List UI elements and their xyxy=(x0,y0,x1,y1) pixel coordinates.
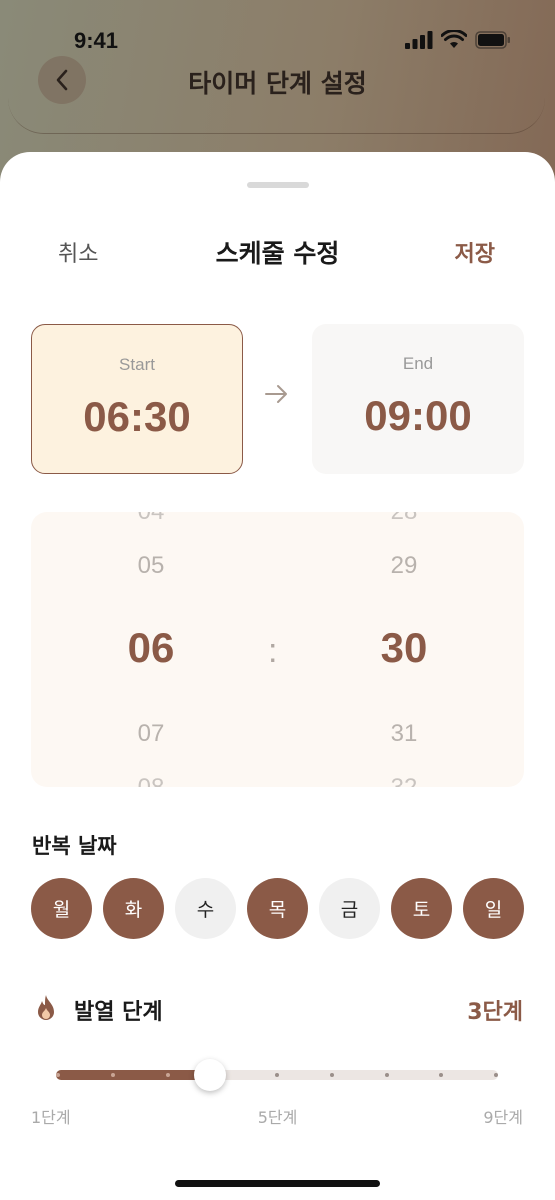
end-time-card[interactable]: End 09:00 xyxy=(312,324,524,474)
start-time-card[interactable]: Start 06:30 xyxy=(31,324,243,474)
day-toggle-tue[interactable]: 화 xyxy=(103,878,164,939)
day-toggle-sun[interactable]: 일 xyxy=(463,878,524,939)
minute-option[interactable]: 28 xyxy=(324,512,484,526)
heat-level-title: 발열 단계 xyxy=(74,1000,163,1025)
slider-tick xyxy=(439,1073,444,1077)
arrow-right-icon xyxy=(265,385,287,403)
day-toggle-mon[interactable]: 월 xyxy=(31,878,92,939)
hour-selected[interactable]: 06 xyxy=(71,624,231,672)
slider-tick xyxy=(275,1073,279,1077)
slider-tick xyxy=(56,1073,60,1077)
day-toggle-thu[interactable]: 목 xyxy=(247,878,308,939)
schedule-sheet: 취소 스케줄 수정 저장 Start 06:30 End 09:00 04 05… xyxy=(0,152,555,1200)
end-label: End xyxy=(402,354,434,373)
slider-tick xyxy=(329,1073,334,1077)
day-toggle-wed[interactable]: 수 xyxy=(175,878,236,939)
day-toggle-fri[interactable]: 금 xyxy=(319,878,380,939)
slider-tick xyxy=(494,1073,498,1077)
heat-level-value: 3단계 xyxy=(467,1000,523,1025)
slider-tick xyxy=(165,1073,170,1077)
day-toggle-sat[interactable]: 토 xyxy=(391,878,452,939)
time-separator: : xyxy=(268,632,278,670)
minute-selected[interactable]: 30 xyxy=(324,624,484,672)
sheet-grabber[interactable] xyxy=(247,182,309,188)
slider-max-label: 9단계 xyxy=(483,1108,523,1127)
time-picker[interactable]: 04 05 06 07 08 : 28 29 30 31 32 xyxy=(31,512,524,787)
minute-option[interactable]: 31 xyxy=(324,720,484,748)
flame-icon xyxy=(38,995,54,1020)
hour-option[interactable]: 07 xyxy=(71,720,231,748)
slider-mid-label: 5단계 xyxy=(257,1108,298,1127)
home-indicator[interactable] xyxy=(175,1180,380,1187)
hour-option[interactable]: 04 xyxy=(71,512,231,526)
repeat-days-title: 반복 날짜 xyxy=(32,834,117,858)
slider-tick xyxy=(384,1073,389,1077)
slider-tick xyxy=(110,1073,115,1077)
save-button[interactable]: 저장 xyxy=(455,236,495,268)
end-time-value: 09:00 xyxy=(364,392,472,439)
slider-fill xyxy=(56,1070,210,1080)
minute-option[interactable]: 32 xyxy=(324,774,484,787)
background-title: 타이머 단계 설정 xyxy=(188,69,367,98)
heat-level-slider[interactable] xyxy=(56,1059,498,1091)
slider-thumb[interactable] xyxy=(194,1059,226,1091)
repeat-days: 월 화 수 목 금 토 일 xyxy=(31,878,524,939)
start-label: Start xyxy=(119,355,155,374)
minute-option[interactable]: 29 xyxy=(324,552,484,580)
start-time-value: 06:30 xyxy=(83,393,191,440)
hour-option[interactable]: 08 xyxy=(71,774,231,787)
hour-option[interactable]: 05 xyxy=(71,552,231,580)
